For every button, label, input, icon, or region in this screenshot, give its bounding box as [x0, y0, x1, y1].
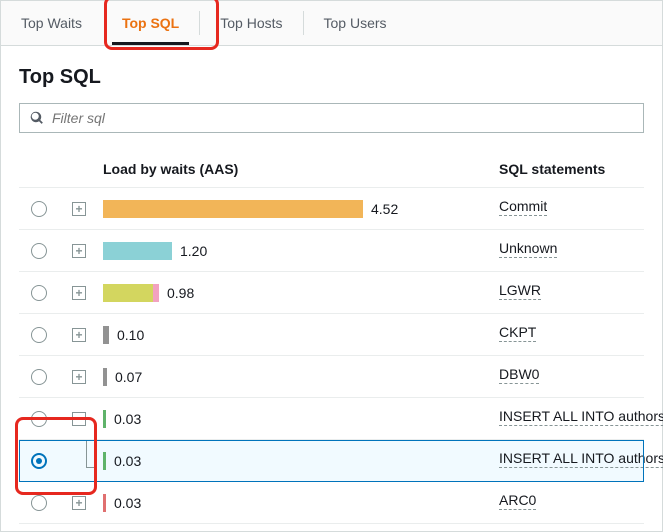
load-bar: 0.03: [103, 452, 479, 470]
row-radio[interactable]: [31, 453, 47, 469]
tab-top-users[interactable]: Top Users: [304, 1, 407, 45]
tab-top-waits[interactable]: Top Waits: [1, 1, 102, 45]
search-icon: [30, 111, 44, 125]
expand-icon[interactable]: +: [72, 370, 86, 384]
sql-statement-link[interactable]: INSERT ALL INTO authors (id: [499, 450, 663, 468]
table-body: +4.52 Commit +1.20 Unknown +0.98 LGWR +0.10 CKP…: [19, 188, 644, 524]
sql-statement-link[interactable]: INSERT ALL INTO authors (id: [499, 408, 663, 426]
load-value: 1.20: [180, 243, 207, 259]
load-bar: 0.07: [103, 368, 479, 386]
expand-icon[interactable]: +: [72, 328, 86, 342]
load-value: 0.03: [114, 453, 141, 469]
bar-segment: [103, 494, 106, 512]
row-radio[interactable]: [31, 411, 47, 427]
search-container: [19, 103, 644, 133]
expand-icon[interactable]: +: [72, 286, 86, 300]
row-radio[interactable]: [31, 495, 47, 511]
table-row: +0.98 LGWR: [19, 272, 644, 314]
tab-top-hosts[interactable]: Top Hosts: [200, 1, 302, 45]
load-value: 4.52: [371, 201, 398, 217]
row-radio[interactable]: [31, 369, 47, 385]
load-value: 0.98: [167, 285, 194, 301]
bar-segment: [153, 284, 159, 302]
table-row: −0.03INSERT ALL INTO authors (id: [19, 398, 644, 440]
sql-statement-link[interactable]: DBW0: [499, 366, 539, 384]
table-row: +0.10 CKPT: [19, 314, 644, 356]
search-input[interactable]: [52, 110, 633, 126]
tab-top-sql[interactable]: Top SQL: [102, 1, 199, 45]
sql-statement-link[interactable]: Unknown: [499, 240, 557, 258]
row-radio[interactable]: [31, 285, 47, 301]
column-header-sql[interactable]: SQL statements: [479, 161, 644, 177]
load-bar: 4.52: [103, 200, 479, 218]
row-radio[interactable]: [31, 243, 47, 259]
load-value: 0.03: [114, 495, 141, 511]
load-bar: 0.03: [103, 410, 479, 428]
table-row: 0.03INSERT ALL INTO authors (id: [19, 440, 644, 482]
load-bar: 1.20: [103, 242, 479, 260]
panel-top-sql: Top SQL Load by waits (AAS) SQL statemen…: [1, 46, 662, 524]
load-bar: 0.98: [103, 284, 479, 302]
table-row: +0.03 ARC0: [19, 482, 644, 524]
expand-icon[interactable]: +: [72, 202, 86, 216]
load-bar: 0.10: [103, 326, 479, 344]
load-value: 0.03: [114, 411, 141, 427]
tabs-bar: Top Waits Top SQL Top Hosts Top Users: [1, 1, 662, 46]
sql-statement-link[interactable]: ARC0: [499, 492, 536, 510]
bar-segment: [103, 368, 107, 386]
bar-segment: [103, 326, 109, 344]
row-radio[interactable]: [31, 201, 47, 217]
expand-icon[interactable]: +: [72, 244, 86, 258]
table-row: +4.52 Commit: [19, 188, 644, 230]
bar-segment: [103, 242, 172, 260]
table-row: +1.20 Unknown: [19, 230, 644, 272]
load-value: 0.10: [117, 327, 144, 343]
load-bar: 0.03: [103, 494, 479, 512]
row-radio[interactable]: [31, 327, 47, 343]
panel-title: Top SQL: [19, 66, 644, 89]
column-header-load[interactable]: Load by waits (AAS): [99, 161, 479, 177]
load-value: 0.07: [115, 369, 142, 385]
bar-segment: [103, 410, 106, 428]
bar-segment: [103, 200, 363, 218]
expand-icon[interactable]: +: [72, 496, 86, 510]
sql-statement-link[interactable]: CKPT: [499, 324, 536, 342]
collapse-icon[interactable]: −: [72, 412, 86, 426]
sql-statement-link[interactable]: LGWR: [499, 282, 541, 300]
bar-segment: [103, 452, 106, 470]
bar-segment: [103, 284, 153, 302]
table-row: +0.07 DBW0: [19, 356, 644, 398]
sql-statement-link[interactable]: Commit: [499, 198, 547, 216]
table-header: Load by waits (AAS) SQL statements: [19, 151, 644, 188]
